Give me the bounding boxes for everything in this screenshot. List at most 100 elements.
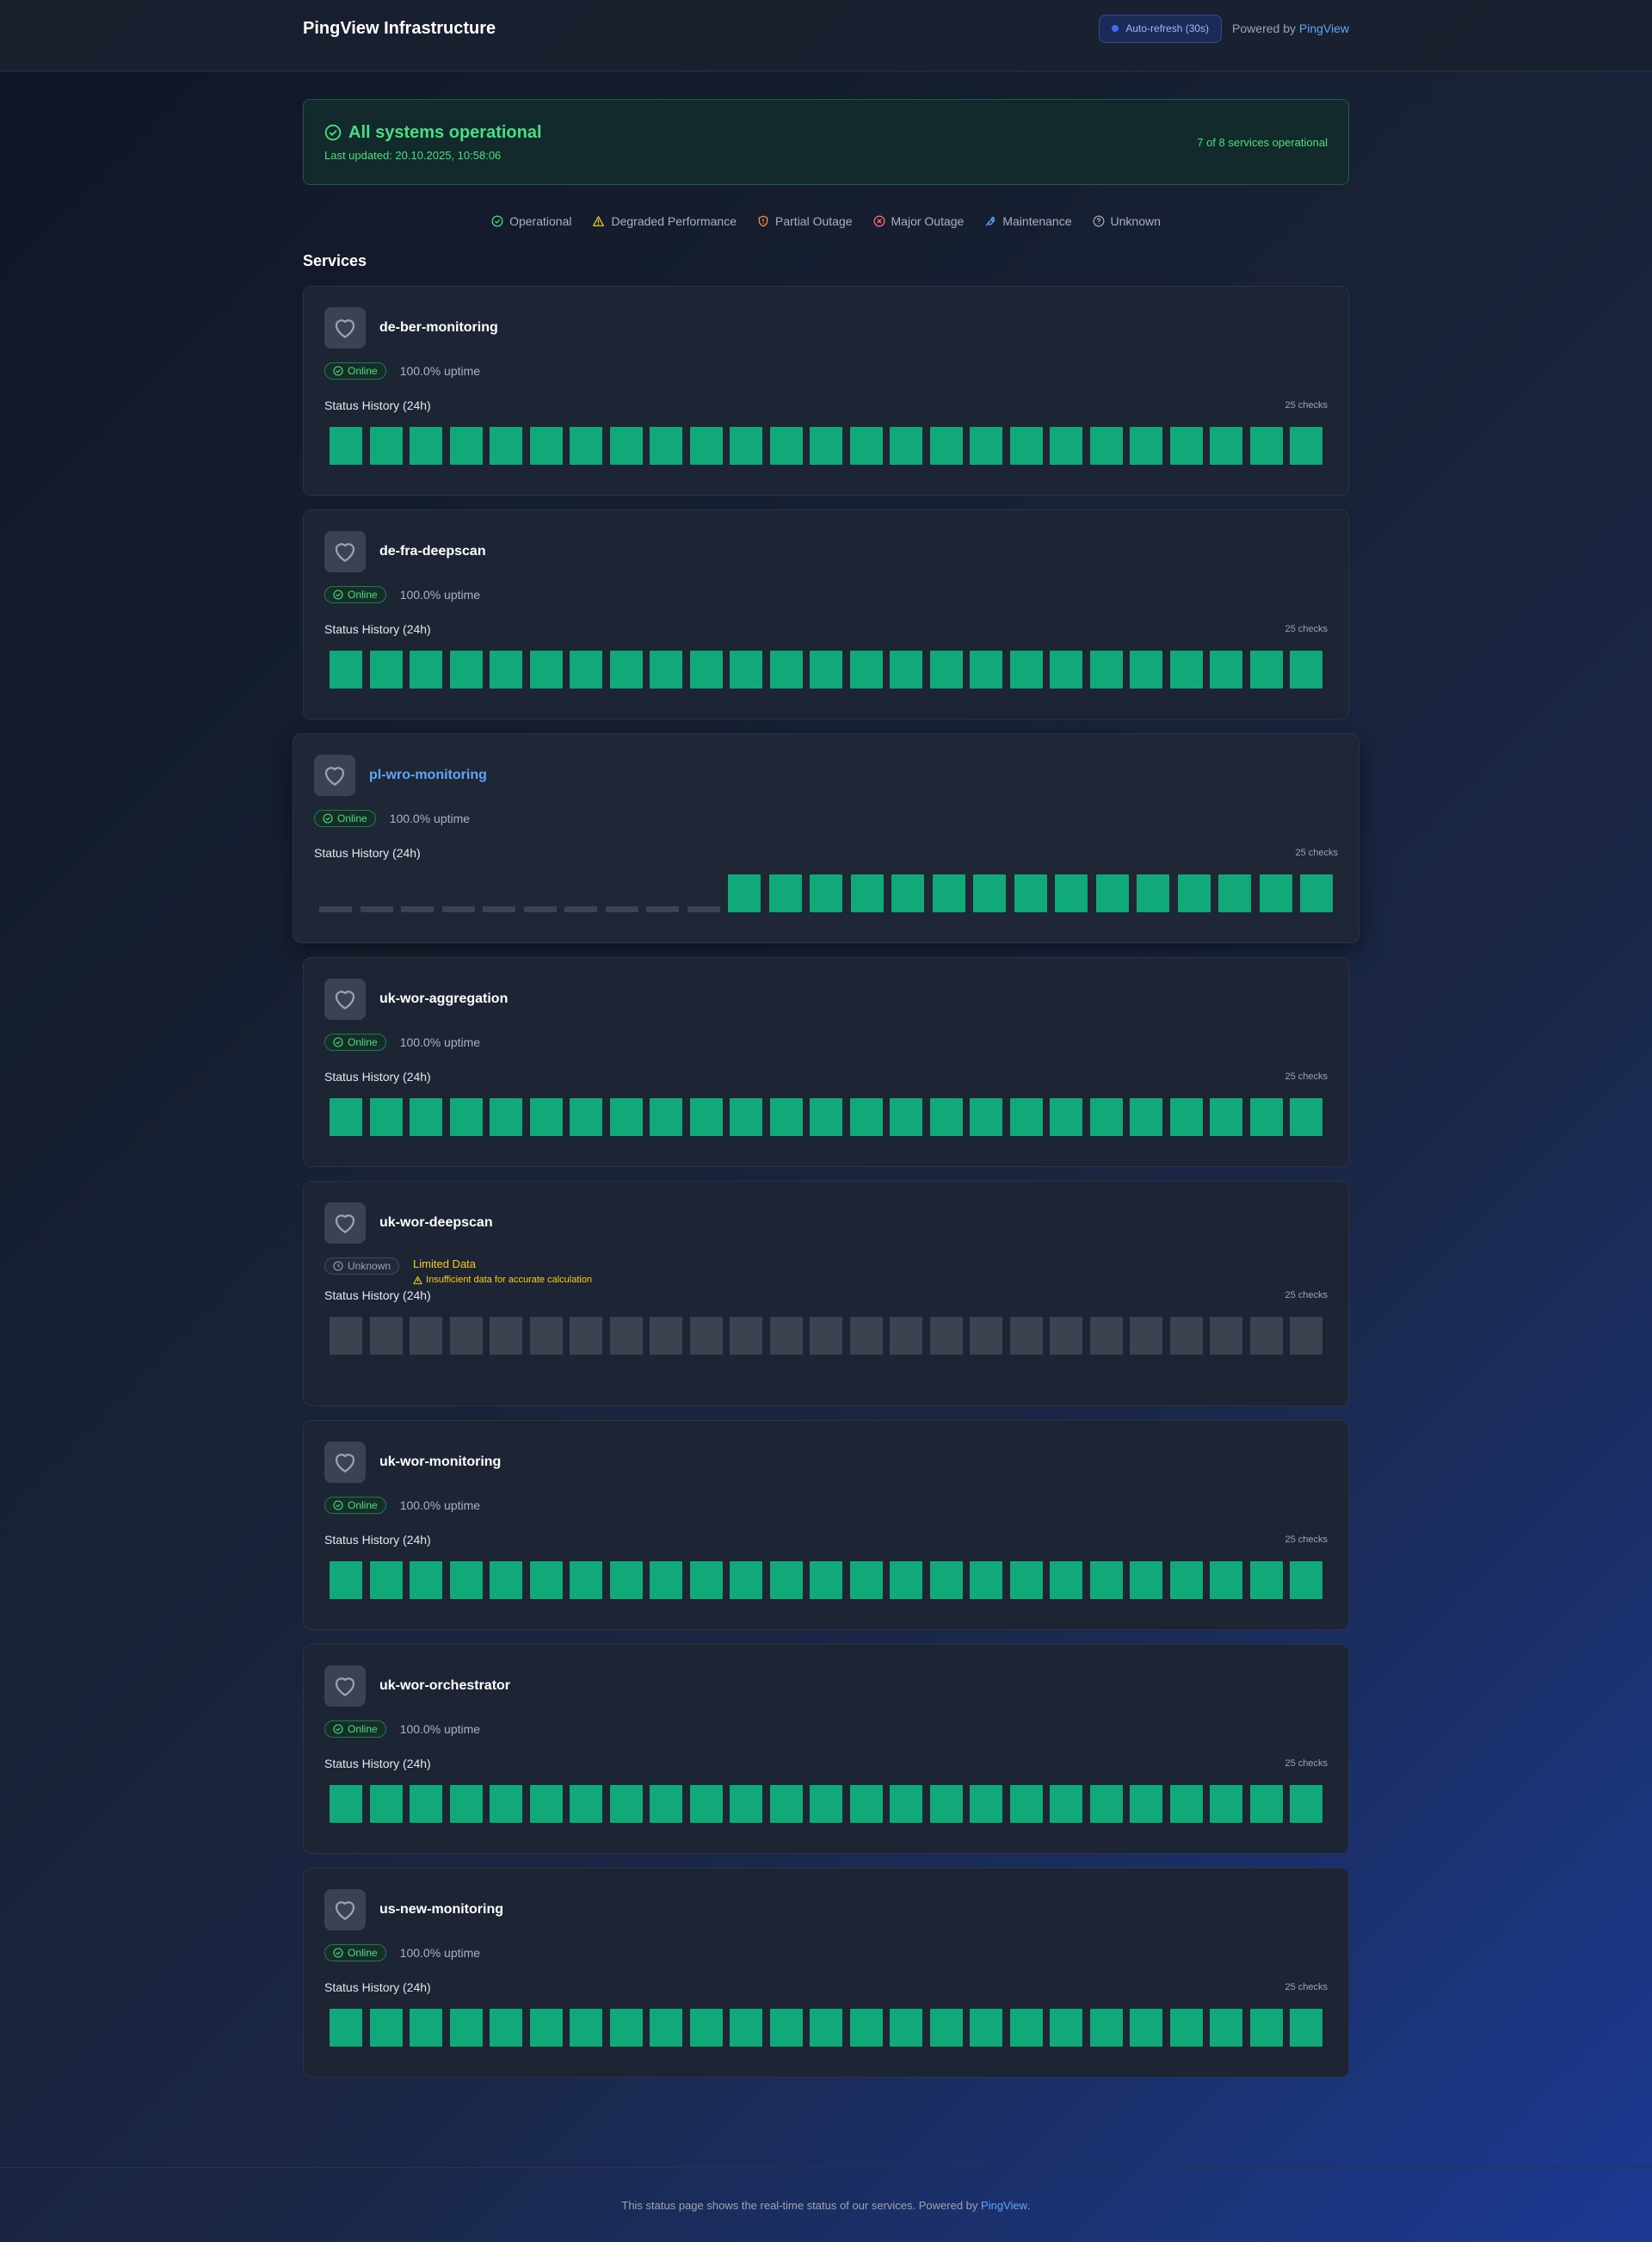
history-bar-unknown[interactable] [330, 1317, 362, 1355]
history-bar-up[interactable] [1169, 2009, 1203, 2047]
history-bar-up[interactable] [1249, 2009, 1283, 2047]
history-bar-up[interactable] [1130, 1098, 1162, 1136]
history-bar-up[interactable] [330, 651, 362, 689]
history-bar-no-data[interactable] [523, 906, 557, 912]
history-bar-unknown[interactable] [570, 1317, 602, 1355]
history-bar-up[interactable] [609, 1785, 643, 1823]
history-bar-up[interactable] [1050, 427, 1082, 465]
history-bar-up[interactable] [1050, 1785, 1082, 1823]
history-bar-up[interactable] [1290, 1785, 1322, 1823]
history-bar-up[interactable] [810, 651, 842, 689]
history-bar-up[interactable] [769, 427, 803, 465]
history-bar-up[interactable] [1050, 1561, 1082, 1599]
history-bar-up[interactable] [730, 1098, 762, 1136]
history-bar-up[interactable] [650, 651, 682, 689]
history-bar-up[interactable] [1259, 874, 1292, 912]
history-bar-up[interactable] [1089, 1098, 1123, 1136]
history-bar-up[interactable] [410, 651, 442, 689]
history-bar-unknown[interactable] [369, 1317, 403, 1355]
history-bar-no-data[interactable] [605, 906, 638, 912]
history-bar-up[interactable] [810, 874, 842, 912]
history-bar-unknown[interactable] [1210, 1317, 1242, 1355]
history-bar-up[interactable] [1210, 1561, 1242, 1599]
history-bar-up[interactable] [1089, 1785, 1123, 1823]
history-bar-up[interactable] [490, 2009, 522, 2047]
history-bar-unknown[interactable] [1089, 1317, 1123, 1355]
service-card[interactable]: uk-wor-aggregation Online 100.0% uptime Sta… [303, 957, 1349, 1167]
history-bar-up[interactable] [1130, 2009, 1162, 2047]
history-bar-up[interactable] [449, 427, 483, 465]
history-bar-up[interactable] [529, 651, 563, 689]
history-bar-up[interactable] [890, 2009, 922, 2047]
history-bar-up[interactable] [410, 427, 442, 465]
history-bar-up[interactable] [1089, 427, 1123, 465]
history-bar-up[interactable] [1130, 651, 1162, 689]
history-bar-up[interactable] [1089, 651, 1123, 689]
history-bar-unknown[interactable] [1050, 1317, 1082, 1355]
history-bar-up[interactable] [1089, 1561, 1123, 1599]
history-bar-up[interactable] [932, 874, 965, 912]
history-bar-up[interactable] [449, 1785, 483, 1823]
history-bar-up[interactable] [890, 1098, 922, 1136]
history-bar-up[interactable] [769, 651, 803, 689]
history-bar-up[interactable] [1169, 1561, 1203, 1599]
history-bar-up[interactable] [330, 427, 362, 465]
history-bar-up[interactable] [850, 874, 884, 912]
history-bar-up[interactable] [1249, 427, 1283, 465]
history-bar-up[interactable] [369, 651, 403, 689]
history-bar-up[interactable] [1130, 1561, 1162, 1599]
history-bar-up[interactable] [490, 1785, 522, 1823]
history-bar-unknown[interactable] [769, 1317, 803, 1355]
history-bar-up[interactable] [730, 651, 762, 689]
history-bar-up[interactable] [1249, 1785, 1283, 1823]
history-bar-up[interactable] [730, 427, 762, 465]
history-bar-unknown[interactable] [1130, 1317, 1162, 1355]
history-bar-unknown[interactable] [1009, 1317, 1043, 1355]
history-bar-up[interactable] [1130, 427, 1162, 465]
history-bar-up[interactable] [1169, 1785, 1203, 1823]
history-bar-up[interactable] [369, 1098, 403, 1136]
history-bar-up[interactable] [1290, 427, 1322, 465]
service-card[interactable]: uk-wor-orchestrator Online 100.0% uptime St… [303, 1644, 1349, 1854]
service-card[interactable]: de-ber-monitoring Online 100.0% uptime Stat… [303, 286, 1349, 496]
history-bar-up[interactable] [1050, 1098, 1082, 1136]
history-bar-up[interactable] [410, 1561, 442, 1599]
history-bar-up[interactable] [369, 427, 403, 465]
history-bar-up[interactable] [769, 2009, 803, 2047]
history-bar-up[interactable] [570, 427, 602, 465]
history-bar-up[interactable] [1218, 874, 1251, 912]
history-bar-up[interactable] [730, 2009, 762, 2047]
history-bar-up[interactable] [330, 2009, 362, 2047]
history-bar-up[interactable] [890, 1785, 922, 1823]
history-bar-up[interactable] [849, 651, 883, 689]
history-bar-up[interactable] [890, 427, 922, 465]
history-bar-up[interactable] [1249, 1561, 1283, 1599]
history-bar-up[interactable] [609, 1561, 643, 1599]
history-bar-up[interactable] [769, 1561, 803, 1599]
history-bar-up[interactable] [929, 1561, 963, 1599]
history-bar-up[interactable] [369, 2009, 403, 2047]
history-bar-up[interactable] [1009, 651, 1043, 689]
history-bar-no-data[interactable] [483, 906, 515, 912]
history-bar-up[interactable] [529, 427, 563, 465]
service-name[interactable]: uk-wor-orchestrator [379, 1678, 510, 1694]
history-bar-up[interactable] [609, 2009, 643, 2047]
history-bar-up[interactable] [1009, 1561, 1043, 1599]
history-bar-up[interactable] [570, 1098, 602, 1136]
history-bar-up[interactable] [1050, 2009, 1082, 2047]
history-bar-up[interactable] [1095, 874, 1129, 912]
history-bar-up[interactable] [810, 2009, 842, 2047]
service-name[interactable]: de-fra-deepscan [379, 544, 486, 559]
history-bar-up[interactable] [730, 1561, 762, 1599]
history-bar-up[interactable] [369, 1785, 403, 1823]
auto-refresh-badge[interactable]: Auto-refresh (30s) [1099, 14, 1223, 43]
history-bar-up[interactable] [970, 2009, 1002, 2047]
history-bar-up[interactable] [1169, 651, 1203, 689]
history-bar-up[interactable] [1169, 427, 1203, 465]
history-bar-up[interactable] [849, 1785, 883, 1823]
history-bar-unknown[interactable] [929, 1317, 963, 1355]
history-bar-unknown[interactable] [849, 1317, 883, 1355]
history-bar-up[interactable] [689, 1098, 723, 1136]
history-bar-up[interactable] [689, 2009, 723, 2047]
history-bar-up[interactable] [410, 2009, 442, 2047]
